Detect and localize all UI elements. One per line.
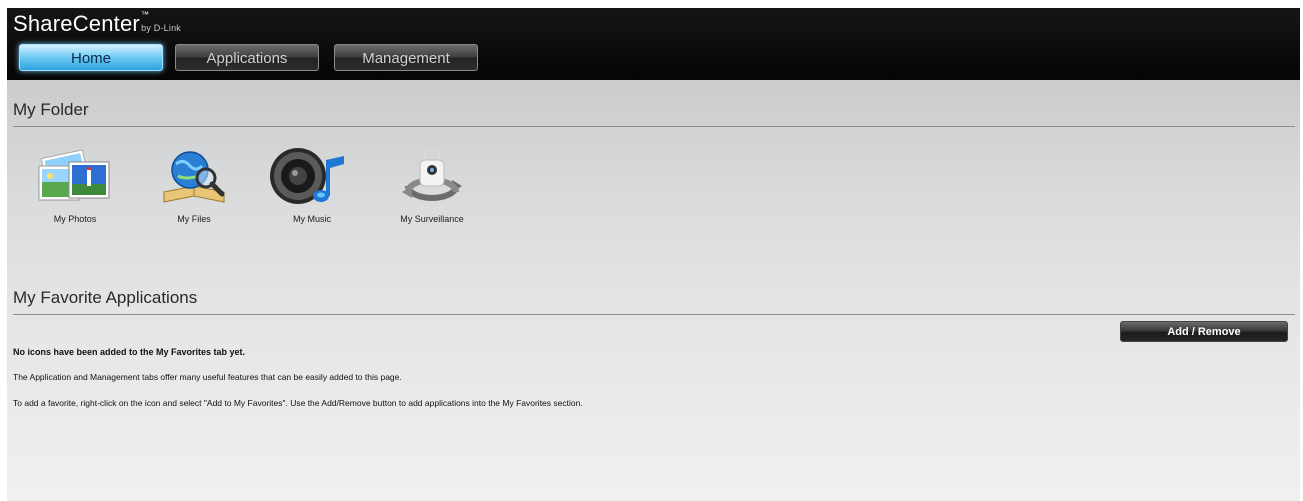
sharecenter-window: ShareCenter™by D-Link Home Applications … bbox=[7, 8, 1300, 501]
folder-label: My Music bbox=[293, 214, 331, 224]
music-speaker-icon bbox=[270, 148, 344, 204]
photos-icon bbox=[38, 149, 110, 201]
my-favorites-title: My Favorite Applications bbox=[13, 288, 198, 307]
folder-my-music[interactable]: My Music bbox=[262, 146, 362, 224]
my-folder-divider bbox=[13, 126, 1295, 127]
header-bar: ShareCenter™by D-Link Home Applications … bbox=[7, 8, 1300, 80]
folder-my-surveillance[interactable]: My Surveillance bbox=[382, 146, 482, 224]
folder-my-files[interactable]: My Files bbox=[144, 146, 244, 224]
my-folder-title: My Folder bbox=[13, 100, 89, 119]
folder-my-photos[interactable]: My Photos bbox=[25, 146, 125, 224]
app-name: ShareCenter bbox=[13, 11, 140, 36]
files-globe-book-icon bbox=[163, 151, 225, 203]
by-line: by D-Link bbox=[141, 23, 181, 33]
tab-applications[interactable]: Applications bbox=[175, 44, 319, 71]
favorites-info-line-1: The Application and Management tabs offe… bbox=[13, 372, 402, 382]
home-content: My Folder My Photos My Files My Music My… bbox=[7, 80, 1300, 501]
tab-home[interactable]: Home bbox=[19, 44, 163, 71]
my-favorites-divider bbox=[13, 314, 1295, 315]
favorites-empty-message: No icons have been added to the My Favor… bbox=[13, 347, 246, 357]
folder-label: My Files bbox=[177, 214, 211, 224]
add-remove-button[interactable]: Add / Remove bbox=[1120, 321, 1288, 342]
surveillance-camera-icon bbox=[402, 149, 462, 201]
trademark-mark: ™ bbox=[140, 10, 150, 19]
sharecenter-logo: ShareCenter™ by D-Link bbox=[13, 10, 181, 37]
folder-label: My Photos bbox=[53, 214, 97, 224]
folder-label: My Surveillance bbox=[400, 214, 464, 224]
favorites-info-line-2: To add a favorite, right-click on the ic… bbox=[13, 398, 583, 408]
tab-management[interactable]: Management bbox=[334, 44, 478, 71]
